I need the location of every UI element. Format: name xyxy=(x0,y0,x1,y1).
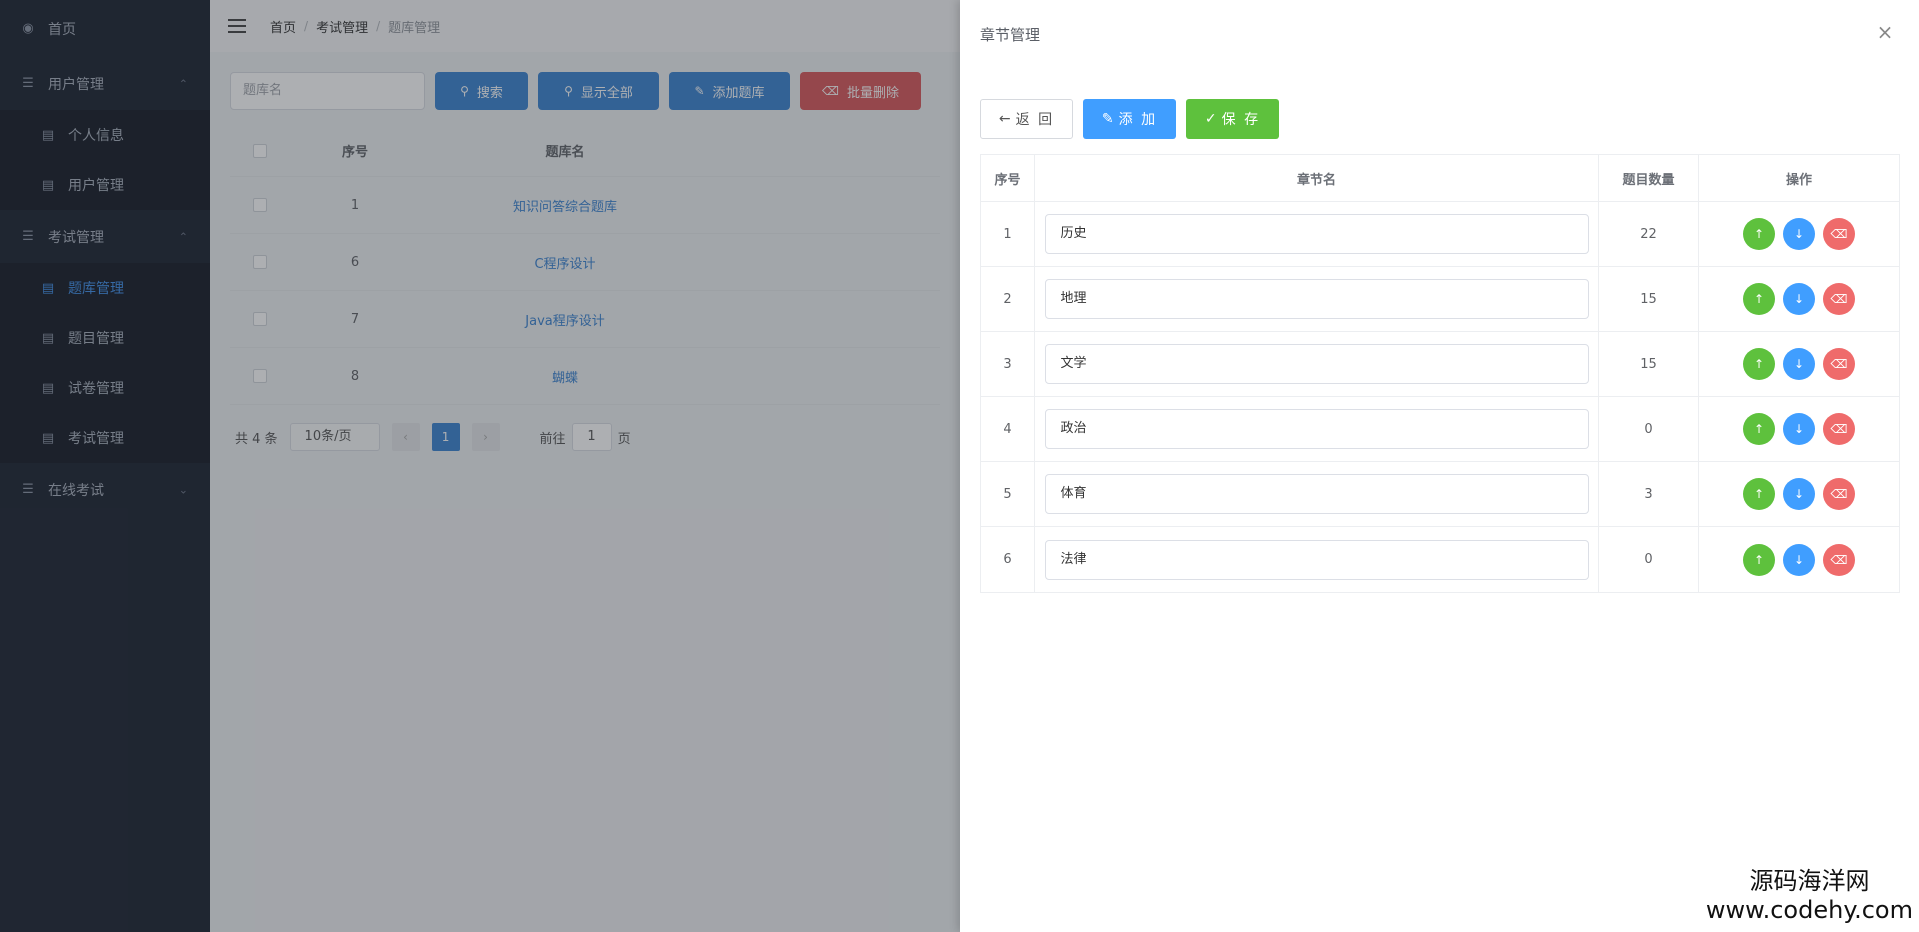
delete-button[interactable]: ⌫ xyxy=(1823,478,1855,510)
question-count: 15 xyxy=(1599,267,1699,331)
delete-button[interactable]: ⌫ xyxy=(1823,413,1855,445)
add-chapter-button[interactable]: ✎ 添 加 xyxy=(1083,99,1176,139)
save-button-label: 保 存 xyxy=(1221,112,1261,128)
app-root: ◉ 首页 ☰ 用户管理 ⌃ ▤ 个人信息 ▤ 用户管理 ☰ 考试管理 ⌃ ▤ 题… xyxy=(0,0,1919,932)
question-count: 22 xyxy=(1599,202,1699,266)
question-count: 0 xyxy=(1599,527,1699,592)
chapter-name-input[interactable]: 政治 xyxy=(1044,409,1589,449)
back-button[interactable]: ← 返 回 xyxy=(980,99,1073,139)
watermark-url: www.codehy.com xyxy=(1705,896,1913,924)
table-row: 5 体育 3 ↑ ↓ ⌫ xyxy=(981,462,1899,527)
row-no: 4 xyxy=(981,397,1035,461)
delete-button[interactable]: ⌫ xyxy=(1823,218,1855,250)
table-row: 2 地理 15 ↑ ↓ ⌫ xyxy=(981,267,1899,332)
back-button-label: 返 回 xyxy=(1015,112,1055,128)
move-down-button[interactable]: ↓ xyxy=(1783,283,1815,315)
save-button[interactable]: ✓ 保 存 xyxy=(1186,99,1279,139)
chapter-name-input[interactable]: 文学 xyxy=(1044,344,1589,384)
drawer-overlay[interactable] xyxy=(0,0,960,932)
check-icon: ✓ xyxy=(1204,111,1217,127)
column-header-chapter: 章节名 xyxy=(1035,155,1599,201)
column-header-actions: 操作 xyxy=(1785,172,1812,188)
move-up-button[interactable]: ↑ xyxy=(1743,413,1775,445)
delete-button[interactable]: ⌫ xyxy=(1823,283,1855,315)
chapter-name-input[interactable]: 历史 xyxy=(1044,214,1589,254)
move-down-button[interactable]: ↓ xyxy=(1783,543,1815,576)
move-down-button[interactable]: ↓ xyxy=(1783,218,1815,250)
move-up-button[interactable]: ↑ xyxy=(1743,543,1775,576)
move-up-button[interactable]: ↑ xyxy=(1743,478,1775,510)
row-no: 5 xyxy=(981,462,1035,526)
row-no: 1 xyxy=(981,202,1035,266)
row-no: 2 xyxy=(981,267,1035,331)
row-no: 6 xyxy=(981,527,1035,592)
delete-button[interactable]: ⌫ xyxy=(1823,543,1855,576)
table-row: 3 文学 15 ↑ ↓ ⌫ xyxy=(981,332,1899,397)
table-row: 6 法律 0 ↑ ↓ ⌫ xyxy=(981,527,1899,592)
question-count: 15 xyxy=(1599,332,1699,396)
drawer-title: 章节管理 xyxy=(980,26,1041,44)
chapter-drawer: 章节管理 × ← 返 回 ✎ 添 加 ✓ 保 存 序号 章节名 题目数量 操作 xyxy=(960,0,1919,932)
chapter-name-input[interactable]: 地理 xyxy=(1044,279,1589,319)
watermark: 源码海洋网 www.codehy.com xyxy=(1706,866,1913,924)
edit-icon: ✎ xyxy=(1101,111,1114,127)
move-up-button[interactable]: ↑ xyxy=(1743,218,1775,250)
table-header: 序号 章节名 题目数量 操作 xyxy=(981,155,1899,202)
drawer-actions: ← 返 回 ✎ 添 加 ✓ 保 存 xyxy=(980,99,1289,139)
question-count: 0 xyxy=(1599,397,1699,461)
move-up-button[interactable]: ↑ xyxy=(1743,348,1775,380)
chapter-name-input[interactable]: 法律 xyxy=(1044,539,1589,580)
row-no: 3 xyxy=(981,332,1035,396)
watermark-title: 源码海洋网 xyxy=(1749,867,1870,895)
chapter-name-input[interactable]: 体育 xyxy=(1044,474,1589,514)
table-row: 1 历史 22 ↑ ↓ ⌫ xyxy=(981,202,1899,267)
add-chapter-label: 添 加 xyxy=(1118,112,1158,128)
arrow-left-icon: ← xyxy=(998,111,1011,127)
table-row: 4 政治 0 ↑ ↓ ⌫ xyxy=(981,397,1899,462)
close-icon[interactable]: × xyxy=(1875,22,1895,42)
column-header-count: 题目数量 xyxy=(1599,155,1699,201)
question-count: 3 xyxy=(1599,462,1699,526)
chapter-table: 序号 章节名 题目数量 操作 1 历史 22 ↑ ↓ ⌫ 2 地理 15 ↑ ↓… xyxy=(980,154,1900,593)
move-down-button[interactable]: ↓ xyxy=(1783,478,1815,510)
move-down-button[interactable]: ↓ xyxy=(1783,413,1815,445)
column-header-no: 序号 xyxy=(981,155,1035,201)
move-up-button[interactable]: ↑ xyxy=(1743,283,1775,315)
delete-button[interactable]: ⌫ xyxy=(1823,348,1855,380)
move-down-button[interactable]: ↓ xyxy=(1783,348,1815,380)
